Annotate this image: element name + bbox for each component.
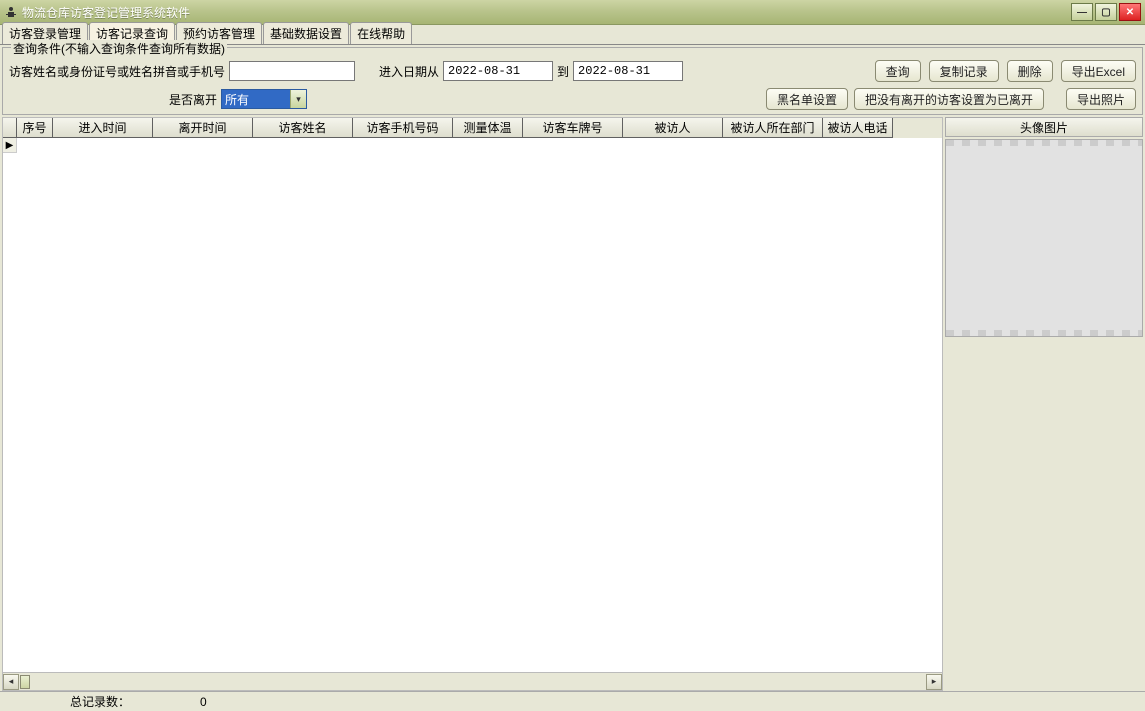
grid-header: 序号 进入时间 离开时间 访客姓名 访客手机号码 测量体温 访客车牌号 被访人 … (3, 118, 942, 138)
filter-legend: 查询条件(不输入查询条件查询所有数据) (11, 40, 227, 57)
minimize-button[interactable]: — (1071, 3, 1093, 21)
leave-select-value: 所有 (222, 90, 290, 108)
avatar-title: 头像图片 (945, 117, 1143, 137)
name-input[interactable] (229, 61, 355, 81)
col-index[interactable]: 序号 (17, 118, 53, 138)
col-visitee[interactable]: 被访人 (623, 118, 723, 138)
col-row-handle[interactable] (3, 118, 17, 138)
maximize-button[interactable]: ▢ (1095, 3, 1117, 21)
date-from-input[interactable] (443, 61, 553, 81)
close-button[interactable]: ✕ (1119, 3, 1141, 21)
date-to-label: 到 (557, 63, 569, 80)
window-title: 物流仓库访客登记管理系统软件 (22, 4, 190, 21)
current-row-marker: ▶ (3, 138, 17, 153)
date-to-input[interactable] (573, 61, 683, 81)
scroll-thumb[interactable] (20, 675, 30, 689)
status-total-label: 总记录数： (0, 693, 130, 710)
tab-base-data[interactable]: 基础数据设置 (263, 22, 349, 44)
copy-button[interactable]: 复制记录 (929, 60, 999, 82)
avatar-image-box (945, 139, 1143, 337)
blacklist-button[interactable]: 黑名单设置 (766, 88, 848, 110)
col-enter-time[interactable]: 进入时间 (53, 118, 153, 138)
filter-panel: 查询条件(不输入查询条件查询所有数据) 访客姓名或身份证号或姓名拼音或手机号 进… (2, 47, 1143, 115)
leave-select[interactable]: 所有 ▾ (221, 89, 307, 109)
scroll-right-icon[interactable]: ▸ (926, 674, 942, 690)
status-total-value: 0 (130, 695, 1145, 709)
set-left-button[interactable]: 把没有离开的访客设置为已离开 (854, 88, 1044, 110)
data-grid: 序号 进入时间 离开时间 访客姓名 访客手机号码 测量体温 访客车牌号 被访人 … (2, 117, 943, 691)
name-label: 访客姓名或身份证号或姓名拼音或手机号 (9, 63, 225, 80)
col-visitee-dept[interactable]: 被访人所在部门 (723, 118, 823, 138)
horizontal-scrollbar[interactable]: ◂ ▸ (3, 672, 942, 690)
leave-label: 是否离开 (169, 91, 217, 108)
col-plate[interactable]: 访客车牌号 (523, 118, 623, 138)
content-row: 序号 进入时间 离开时间 访客姓名 访客手机号码 测量体温 访客车牌号 被访人 … (0, 117, 1145, 691)
export-photo-button[interactable]: 导出照片 (1066, 88, 1136, 110)
col-leave-time[interactable]: 离开时间 (153, 118, 253, 138)
chevron-down-icon: ▾ (290, 90, 306, 108)
date-from-label: 进入日期从 (379, 63, 439, 80)
col-visitee-phone[interactable]: 被访人电话 (823, 118, 893, 138)
export-excel-button[interactable]: 导出Excel (1061, 60, 1136, 82)
scroll-left-icon[interactable]: ◂ (3, 674, 19, 690)
col-temperature[interactable]: 测量体温 (453, 118, 523, 138)
delete-button[interactable]: 删除 (1007, 60, 1053, 82)
side-panel: 头像图片 (945, 117, 1143, 691)
col-visitor-phone[interactable]: 访客手机号码 (353, 118, 453, 138)
app-icon (4, 5, 18, 19)
status-bar: 总记录数： 0 (0, 691, 1145, 711)
tab-help[interactable]: 在线帮助 (350, 22, 412, 44)
search-button[interactable]: 查询 (875, 60, 921, 82)
col-visitor-name[interactable]: 访客姓名 (253, 118, 353, 138)
grid-body[interactable]: ▶ (3, 138, 942, 672)
